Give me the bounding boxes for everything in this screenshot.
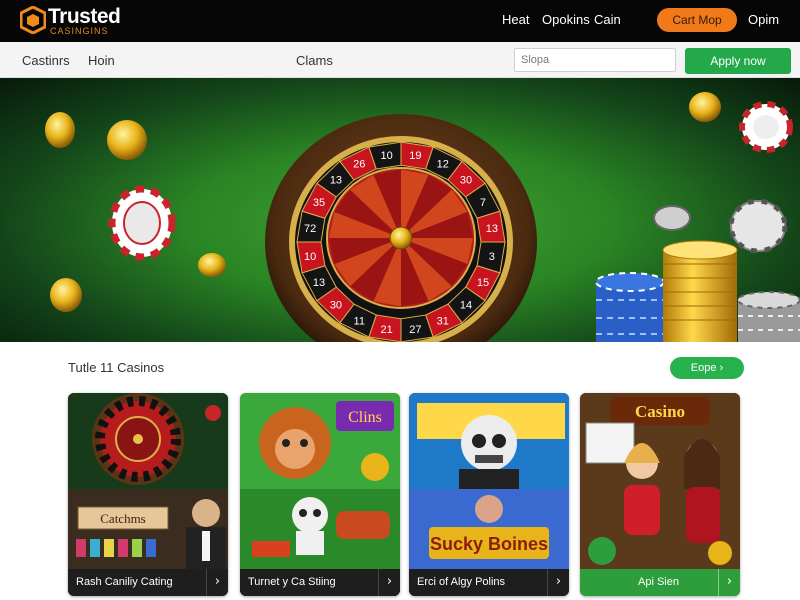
wheel-number: 13 (313, 277, 325, 289)
wheel-number: 14 (460, 299, 472, 311)
wheel-number: 31 (437, 316, 449, 328)
wheel-number: 19 (409, 150, 421, 162)
wheel-number: 13 (486, 223, 498, 235)
casino-card-3[interactable]: Sucky Boines Erci of Algy Polins › (409, 393, 569, 596)
card-3-badge-text: Sucky Boines (430, 534, 548, 554)
chip-white-right (728, 198, 788, 254)
casino-card-2[interactable]: Clins Turnet y Ca Stiing › (240, 393, 400, 596)
section-title: Tutle 11 Casinos (68, 360, 165, 375)
nav-link-heat[interactable]: Heat (502, 12, 529, 27)
card-footer: Api Sien › (580, 569, 740, 596)
nav-link-cain[interactable]: Cain (594, 12, 621, 27)
wheel-number: 10 (304, 251, 316, 263)
card-footer: Rash Caniliy Cating › (68, 569, 228, 596)
logo-icon (20, 6, 46, 34)
card-footer: Erci of Algy Polins › (409, 569, 569, 596)
chip-red-right (739, 101, 793, 153)
chevron-right-icon[interactable]: › (378, 569, 400, 596)
card-footer: Turnet y Ca Stiing › (240, 569, 400, 596)
subnav-link-clams[interactable]: Clams (296, 53, 333, 68)
wheel-number: 21 (380, 324, 392, 336)
card-3-artwork: Sucky Boines (409, 393, 569, 569)
wheel-number: 30 (460, 175, 472, 187)
chip-stack-blue (595, 272, 665, 342)
card-1-artwork: Catchms (68, 393, 228, 569)
search-input[interactable] (514, 48, 676, 72)
cart-button[interactable]: Cart Mop (657, 8, 737, 32)
wheel-number: 26 (353, 158, 365, 170)
chevron-right-icon[interactable]: › (547, 569, 569, 596)
wheel-number: 12 (437, 158, 449, 170)
chip-decoration (653, 205, 691, 231)
wheel-number: 27 (409, 324, 421, 336)
see-all-button[interactable]: Eope › (670, 357, 744, 379)
secondary-navbar: Castinrs Hoin Clams Apply now (0, 42, 800, 78)
coin-decoration (50, 278, 82, 312)
card-4-badge-text: Casino (635, 402, 685, 421)
wheel-number: 35 (313, 197, 325, 209)
card-4-artwork: Casino (580, 393, 740, 569)
subnav-link-hoin[interactable]: Hoin (88, 53, 115, 68)
top-navbar: Trusted CASINGINS Heat Opokins Cain Cart… (0, 0, 800, 42)
apply-now-button[interactable]: Apply now (685, 48, 791, 74)
nav-link-opokins[interactable]: Opokins (542, 12, 590, 27)
card-3-title: Erci of Algy Polins (417, 576, 506, 588)
coin-decoration (689, 92, 721, 122)
see-all-label: Eope (690, 362, 717, 374)
wheel-number: 3 (489, 251, 495, 263)
chevron-right-icon[interactable]: › (718, 569, 740, 596)
hero-illustration: 19 12 30 7 13 3 15 14 31 27 21 11 30 13 10 72 35 13 26 10 (45, 92, 800, 342)
chevron-right-icon[interactable]: › (206, 569, 228, 596)
casino-card-1[interactable]: Catchms Rash Caniliy Cating › (68, 393, 228, 596)
chip-red-left (108, 185, 176, 261)
card-4-title: Api Sien (638, 576, 679, 588)
chevron-right-icon: › (719, 362, 724, 374)
hero-banner: 19 12 30 7 13 3 15 14 31 27 21 11 30 13 10 72 35 13 26 10 (0, 78, 800, 342)
wheel-number: 7 (480, 197, 486, 209)
wheel-number: 30 (330, 299, 342, 311)
casino-card-4[interactable]: Casino Api Sien › (580, 393, 740, 596)
roulette-wheel: 19 12 30 7 13 3 15 14 31 27 21 11 30 13 10 72 35 13 26 10 (265, 114, 537, 342)
wheel-number: 13 (330, 175, 342, 187)
coin-decoration (107, 120, 147, 160)
wheel-number: 10 (380, 150, 392, 162)
coin-stack-gold (662, 240, 738, 342)
card-1-title: Rash Caniliy Cating (76, 576, 173, 588)
brand-logo[interactable]: Trusted CASINGINS (20, 4, 150, 38)
coin-decoration (45, 112, 75, 148)
nav-link-opim[interactable]: Opim (748, 12, 779, 27)
subnav-link-castinrs[interactable]: Castinrs (22, 53, 70, 68)
wheel-number: 11 (354, 316, 365, 328)
card-2-title: Turnet y Ca Stiing (248, 576, 336, 588)
wheel-number: 72 (304, 223, 316, 235)
coin-decoration (198, 253, 226, 277)
card-2-badge-text: Clins (348, 409, 382, 426)
brand-tagline: CASINGINS (50, 26, 109, 36)
chip-stack-grey (737, 291, 800, 342)
wheel-number: 15 (477, 277, 489, 289)
card-2-artwork: Clins (240, 393, 400, 569)
card-1-badge-text: Catchms (100, 511, 146, 526)
